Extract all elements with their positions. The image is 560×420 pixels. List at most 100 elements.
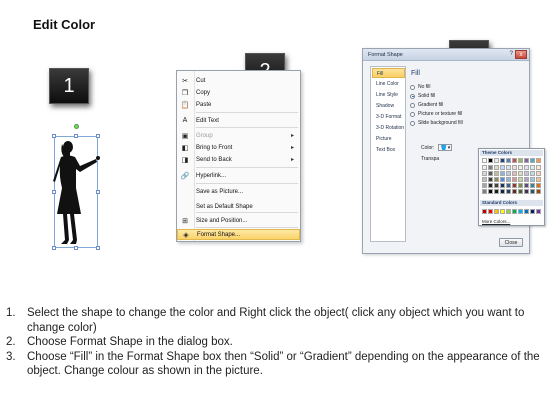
color-swatch[interactable] — [518, 171, 523, 176]
fill-option-picture-or-texture-fill[interactable]: Picture or texture fill — [410, 110, 462, 118]
color-swatch[interactable] — [488, 165, 493, 170]
color-swatch[interactable] — [506, 209, 511, 214]
color-swatch[interactable] — [482, 165, 487, 170]
color-swatch[interactable] — [488, 177, 493, 182]
color-swatch[interactable] — [494, 177, 499, 182]
color-swatch[interactable] — [500, 183, 505, 188]
nav-item-shadow[interactable]: Shadow — [372, 101, 405, 111]
color-swatch[interactable] — [506, 165, 511, 170]
nav-item-fill[interactable]: Fill — [372, 68, 405, 78]
color-swatch[interactable] — [524, 209, 529, 214]
more-colors-link[interactable]: More Colors... — [482, 219, 510, 224]
menu-item-paste[interactable]: 📋 Paste — [177, 99, 300, 110]
menu-item-bring-to-front[interactable]: ◧ Bring to Front ▸ — [177, 142, 300, 153]
radio-button[interactable] — [410, 84, 415, 90]
color-swatch[interactable] — [536, 158, 541, 163]
menu-item-send-to-back[interactable]: ◨ Send to Back ▸ — [177, 154, 300, 165]
color-swatch[interactable] — [536, 183, 541, 188]
color-swatch[interactable] — [524, 158, 529, 163]
color-swatch[interactable] — [530, 171, 535, 176]
color-swatch[interactable] — [482, 189, 487, 194]
radio-button[interactable] — [410, 120, 415, 126]
color-swatch[interactable] — [518, 189, 523, 194]
color-swatch[interactable] — [482, 158, 487, 163]
color-swatch[interactable] — [494, 209, 499, 214]
nav-item-3-d-rotation[interactable]: 3-D Rotation — [372, 123, 405, 133]
color-swatch[interactable] — [518, 158, 523, 163]
color-swatch[interactable] — [488, 209, 493, 214]
nav-item-text-box[interactable]: Text Box — [372, 145, 405, 155]
color-swatch[interactable] — [512, 183, 517, 188]
color-swatch[interactable] — [488, 189, 493, 194]
color-swatch[interactable] — [500, 177, 505, 182]
nav-item-3-d-format[interactable]: 3-D Format — [372, 112, 405, 122]
color-swatch[interactable] — [536, 177, 541, 182]
color-swatch[interactable] — [536, 209, 541, 214]
color-picker-button[interactable]: 🪣 ▾ — [438, 144, 453, 151]
color-swatch[interactable] — [482, 177, 487, 182]
color-swatch[interactable] — [530, 158, 535, 163]
menu-item-group[interactable]: ▣ Group ▸ — [177, 130, 300, 141]
color-swatch[interactable] — [482, 171, 487, 176]
fill-option-solid-fill[interactable]: Solid fill — [410, 92, 435, 100]
color-swatch[interactable] — [518, 183, 523, 188]
help-icon[interactable]: ? — [510, 51, 513, 57]
color-swatch[interactable] — [536, 189, 541, 194]
radio-button[interactable] — [410, 111, 415, 117]
radio-button[interactable] — [410, 93, 415, 99]
color-swatch[interactable] — [506, 158, 511, 163]
color-swatch[interactable] — [482, 209, 487, 214]
nav-item-picture[interactable]: Picture — [372, 134, 405, 144]
color-swatch[interactable] — [494, 183, 499, 188]
color-swatch[interactable] — [494, 165, 499, 170]
menu-item-hyperlink[interactable]: 🔗 Hyperlink... — [177, 170, 300, 181]
color-swatch[interactable] — [530, 165, 535, 170]
color-swatch[interactable] — [536, 171, 541, 176]
color-swatch[interactable] — [488, 158, 493, 163]
color-swatch[interactable] — [512, 158, 517, 163]
fill-option-slide-background-fill[interactable]: Slide background fill — [410, 119, 463, 127]
color-swatch[interactable] — [530, 177, 535, 182]
color-swatch[interactable] — [524, 183, 529, 188]
color-swatch[interactable] — [506, 171, 511, 176]
radio-button[interactable] — [410, 102, 415, 108]
color-swatch[interactable] — [500, 171, 505, 176]
color-swatch[interactable] — [536, 165, 541, 170]
fill-option-no-fill[interactable]: No fill — [410, 83, 431, 91]
dialog-titlebar[interactable]: Format Shape ? x — [363, 49, 529, 61]
menu-item-size-and-position[interactable]: ⊞ Size and Position... — [177, 215, 300, 226]
color-swatch[interactable] — [530, 189, 535, 194]
color-swatch[interactable] — [494, 189, 499, 194]
menu-item-edit-text[interactable]: A Edit Text — [177, 115, 300, 126]
nav-item-line-color[interactable]: Line Color — [372, 79, 405, 89]
selected-shape[interactable] — [51, 124, 103, 250]
color-swatch[interactable] — [494, 158, 499, 163]
close-button[interactable]: Close — [499, 238, 523, 247]
menu-item-cut[interactable]: ✂ Cut — [177, 75, 300, 86]
color-swatch[interactable] — [524, 177, 529, 182]
menu-item-copy[interactable]: ❐ Copy — [177, 87, 300, 98]
color-swatch[interactable] — [506, 183, 511, 188]
color-swatch[interactable] — [488, 183, 493, 188]
color-swatch[interactable] — [530, 209, 535, 214]
color-swatch[interactable] — [500, 158, 505, 163]
color-swatch[interactable] — [518, 209, 523, 214]
color-swatch[interactable] — [500, 189, 505, 194]
color-swatch[interactable] — [482, 183, 487, 188]
color-swatch[interactable] — [530, 183, 535, 188]
color-swatch[interactable] — [524, 165, 529, 170]
color-swatch[interactable] — [524, 189, 529, 194]
rotation-handle[interactable] — [74, 124, 79, 129]
color-swatch[interactable] — [512, 165, 517, 170]
color-swatch[interactable] — [512, 177, 517, 182]
color-swatch[interactable] — [524, 171, 529, 176]
color-swatch[interactable] — [512, 171, 517, 176]
color-swatch[interactable] — [506, 177, 511, 182]
menu-item-format-shape[interactable]: ◈ Format Shape... — [177, 229, 300, 240]
color-swatch[interactable] — [512, 209, 517, 214]
color-swatch[interactable] — [488, 171, 493, 176]
menu-item-set-as-default-shape[interactable]: Set as Default Shape — [177, 201, 300, 212]
color-swatch[interactable] — [500, 165, 505, 170]
menu-item-save-as-picture[interactable]: Save as Picture... — [177, 186, 300, 197]
nav-item-line-style[interactable]: Line Style — [372, 90, 405, 100]
